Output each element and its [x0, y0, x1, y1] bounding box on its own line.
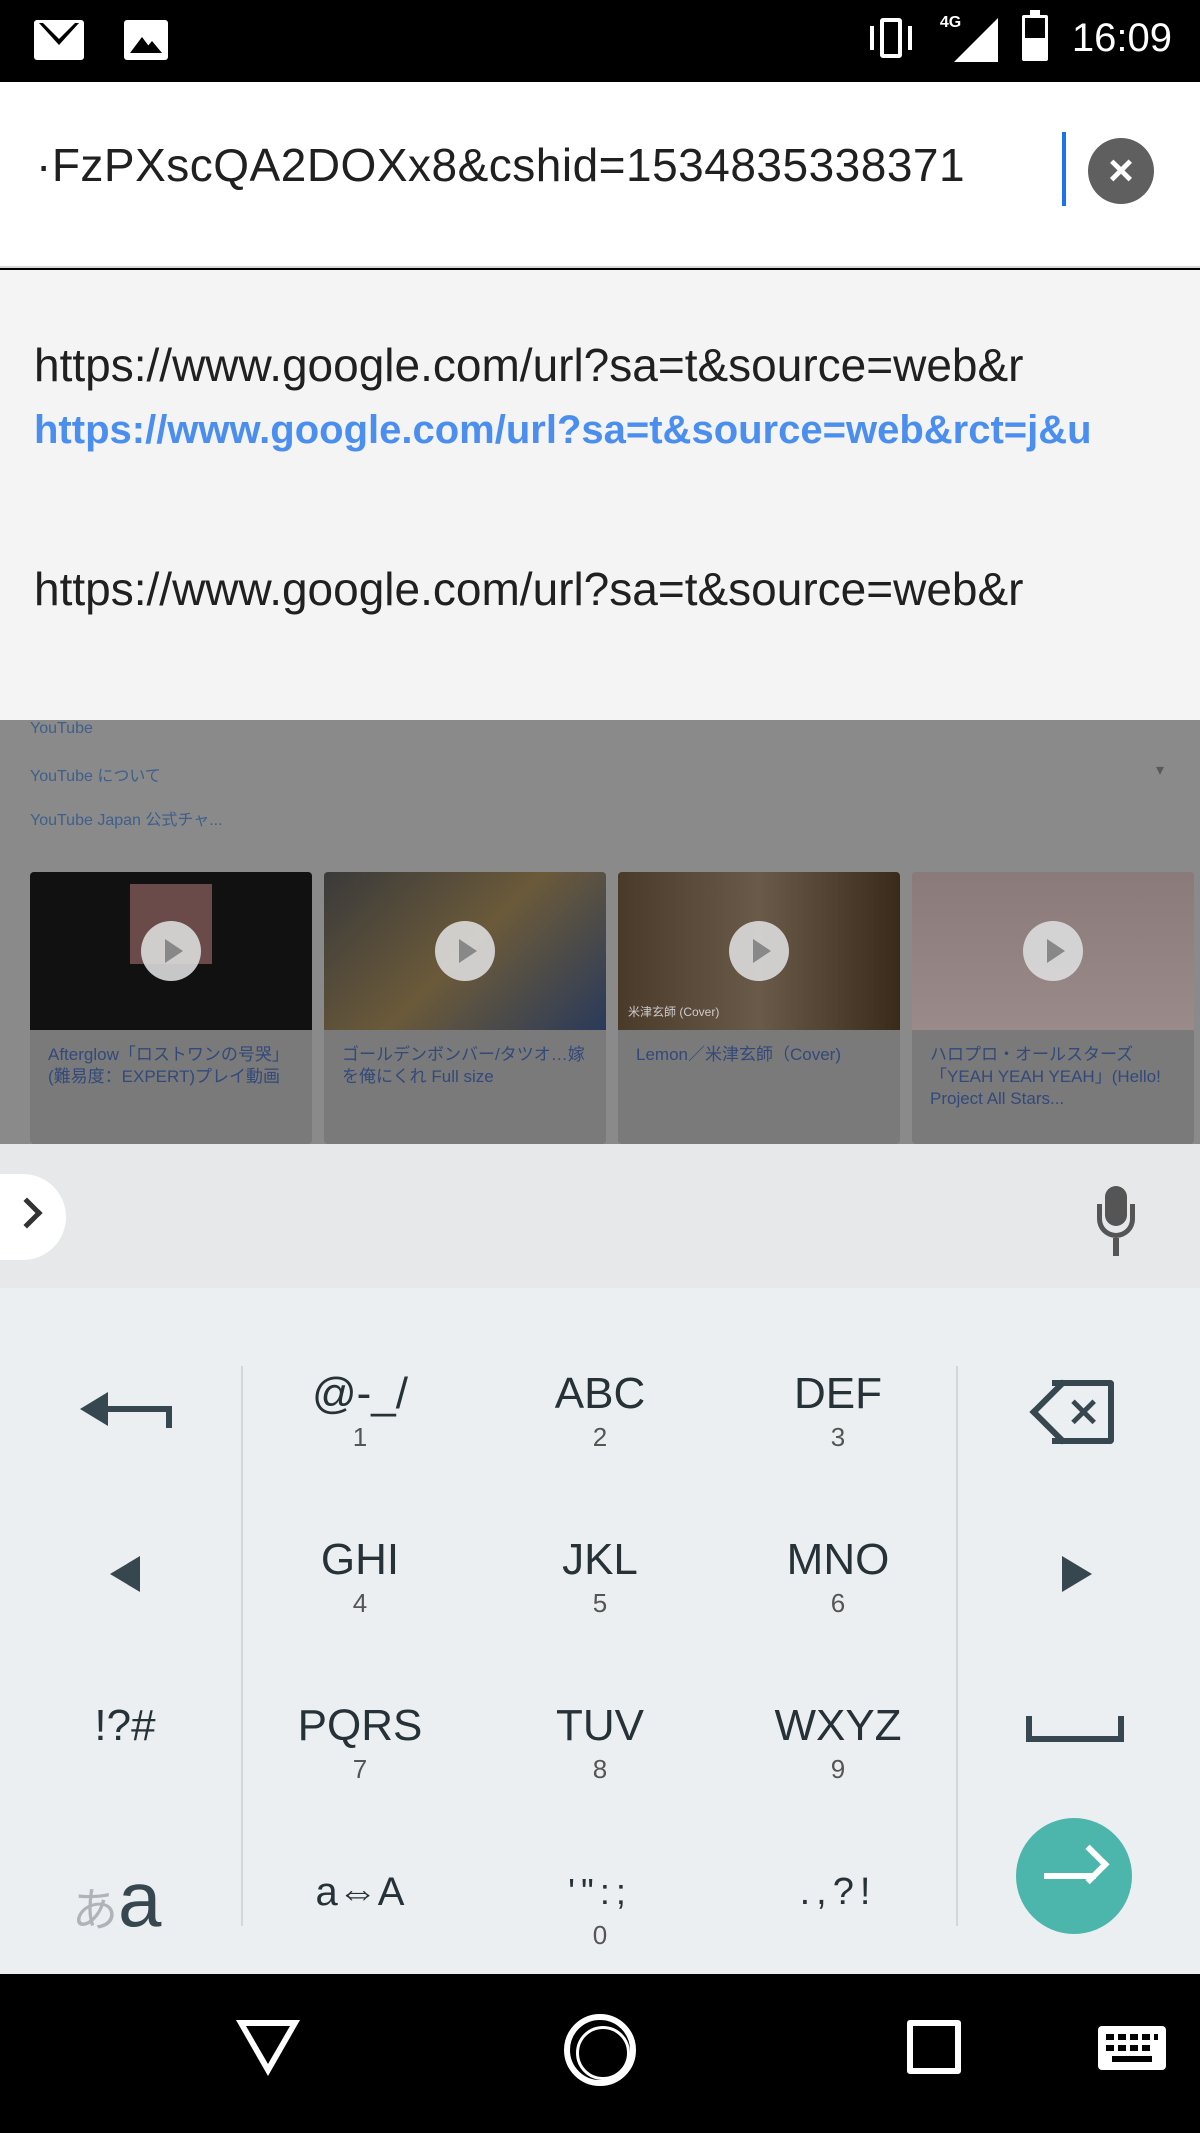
video-title: ハロプロ・オールスターズ「YEAH YEAH YEAH」(Hello! Proj…: [930, 1045, 1161, 1108]
url-input[interactable]: ·FzPXscQA2DOXx8&cshid=1534835338371: [36, 138, 965, 192]
mic-icon[interactable]: [1093, 1186, 1139, 1268]
key-label: TUV: [556, 1701, 644, 1750]
video-thumbnail: [324, 872, 606, 1030]
enter-button[interactable]: [1016, 1818, 1132, 1934]
undo-arrow-icon[interactable]: [80, 1390, 172, 1430]
video-title: Lemon／米津玄師（Cover): [636, 1045, 841, 1064]
key-7[interactable]: PQRS 7: [270, 1700, 450, 1786]
battery-icon: [1021, 10, 1048, 61]
text-cursor: [1062, 132, 1066, 206]
key-5[interactable]: JKL 5: [510, 1534, 690, 1620]
vibrate-icon: [866, 14, 916, 62]
chevron-right-icon[interactable]: [0, 1174, 66, 1260]
play-icon: [141, 921, 201, 981]
key-case-toggle[interactable]: a⇔A: [270, 1866, 450, 1918]
background-page: YouTube YouTube について YouTube Japan 公式チャ.…: [0, 720, 1200, 1144]
suggestion-item[interactable]: https://www.google.com/url?sa=t&source=w…: [34, 562, 1024, 616]
divider: [241, 1366, 243, 1926]
key-number: 0: [592, 1920, 608, 1950]
play-icon: [1023, 921, 1083, 981]
keyboard: @-_/ 1 ABC 2 DEF 3 × GHI 4 JKL 5 MNO 6 !…: [0, 1288, 1200, 1974]
key-symbols[interactable]: !?#: [40, 1700, 210, 1752]
key-label: MNO: [786, 1535, 890, 1584]
background-link: YouTube: [30, 720, 93, 737]
network-type: 4G: [939, 14, 962, 31]
background-link: YouTube Japan 公式チャ...: [30, 812, 223, 829]
back-icon[interactable]: [236, 2020, 300, 2076]
key-label: a⇔A: [315, 1870, 405, 1914]
key-6[interactable]: MNO 6: [748, 1534, 928, 1620]
latin-label: a: [118, 1855, 162, 1943]
key-number: 2: [592, 1422, 608, 1452]
key-label: JKL: [562, 1535, 638, 1584]
key-label: ABC: [554, 1369, 646, 1418]
url-bar: ·FzPXscQA2DOXx8&cshid=1534835338371 ×: [0, 82, 1200, 268]
video-thumbnail: [30, 872, 312, 1030]
key-label: '":;: [568, 1871, 632, 1912]
video-thumbnail: 米津玄師 (Cover): [618, 872, 900, 1030]
key-label: !?#: [94, 1701, 156, 1750]
key-1[interactable]: @-_/ 1: [270, 1368, 450, 1454]
key-number: 7: [352, 1754, 368, 1784]
suggestion-item[interactable]: https://www.google.com/url?sa=t&source=w…: [34, 338, 1024, 392]
key-number: 1: [352, 1422, 368, 1452]
play-icon: [729, 921, 789, 981]
key-4[interactable]: GHI 4: [270, 1534, 450, 1620]
video-title: Afterglow「ロストワンの号哭」(難易度：EXPERT)プレイ動画: [48, 1045, 289, 1086]
key-label: GHI: [320, 1535, 400, 1584]
navigation-bar: [0, 1974, 1200, 2133]
signal-icon: 4G: [940, 14, 998, 62]
keyboard-toolbar: [0, 1144, 1200, 1288]
key-8[interactable]: TUV 8: [510, 1700, 690, 1786]
suggestion-list: https://www.google.com/url?sa=t&source=w…: [0, 270, 1200, 720]
video-card: 米津玄師 (Cover) Lemon／米津玄師（Cover): [618, 872, 900, 1144]
key-3[interactable]: DEF 3: [748, 1368, 928, 1454]
video-card: ハロプロ・オールスターズ「YEAH YEAH YEAH」(Hello! Proj…: [912, 872, 1194, 1144]
key-number: 8: [592, 1754, 608, 1784]
divider: [956, 1366, 958, 1926]
video-title: ゴールデンボンバー/タツオ…嫁を俺にくれ Full size: [342, 1045, 585, 1086]
key-label: @-_/: [311, 1369, 408, 1418]
key-label: WXYZ: [774, 1701, 902, 1750]
key-number: 4: [352, 1588, 368, 1618]
status-clock: 16:09: [1071, 15, 1172, 60]
key-number: 5: [592, 1588, 608, 1618]
key-number: 3: [830, 1422, 846, 1452]
key-9[interactable]: WXYZ 9: [748, 1700, 928, 1786]
chevron-down-icon: ▾: [1155, 762, 1164, 779]
keyboard-icon[interactable]: [1098, 2026, 1166, 2070]
cursor-right-icon[interactable]: [1062, 1556, 1092, 1592]
key-number: 6: [830, 1588, 846, 1618]
play-icon: [435, 921, 495, 981]
home-icon[interactable]: [564, 2014, 636, 2086]
video-card: Afterglow「ロストワンの号哭」(難易度：EXPERT)プレイ動画: [30, 872, 312, 1144]
suggestion-url[interactable]: https://www.google.com/url?sa=t&source=w…: [34, 408, 1092, 453]
image-icon: [124, 20, 168, 60]
close-icon[interactable]: ×: [1088, 138, 1154, 204]
backspace-icon[interactable]: ×: [1029, 1379, 1114, 1445]
input-mode-toggle[interactable]: あa: [72, 1854, 161, 1945]
kana-label: あ: [72, 1884, 118, 1936]
space-icon[interactable]: [1026, 1716, 1124, 1742]
key-0[interactable]: '":; 0: [510, 1866, 690, 1952]
key-number: 9: [830, 1754, 846, 1784]
key-label: DEF: [794, 1369, 882, 1418]
video-thumbnail: [912, 872, 1194, 1030]
key-punctuation[interactable]: .,?!: [748, 1866, 928, 1918]
status-bar: 4G 16:09: [0, 0, 1200, 82]
key-label: .,?!: [799, 1871, 877, 1913]
cursor-left-icon[interactable]: [110, 1556, 140, 1592]
thumbnail-caption: 米津玄師 (Cover): [628, 1005, 720, 1019]
background-link: YouTube について: [30, 768, 161, 785]
recents-icon[interactable]: [907, 2020, 961, 2074]
key-2[interactable]: ABC 2: [510, 1368, 690, 1454]
video-card: ゴールデンボンバー/タツオ…嫁を俺にくれ Full size: [324, 872, 606, 1144]
gmail-icon: [34, 20, 84, 60]
key-label: PQRS: [297, 1701, 423, 1750]
